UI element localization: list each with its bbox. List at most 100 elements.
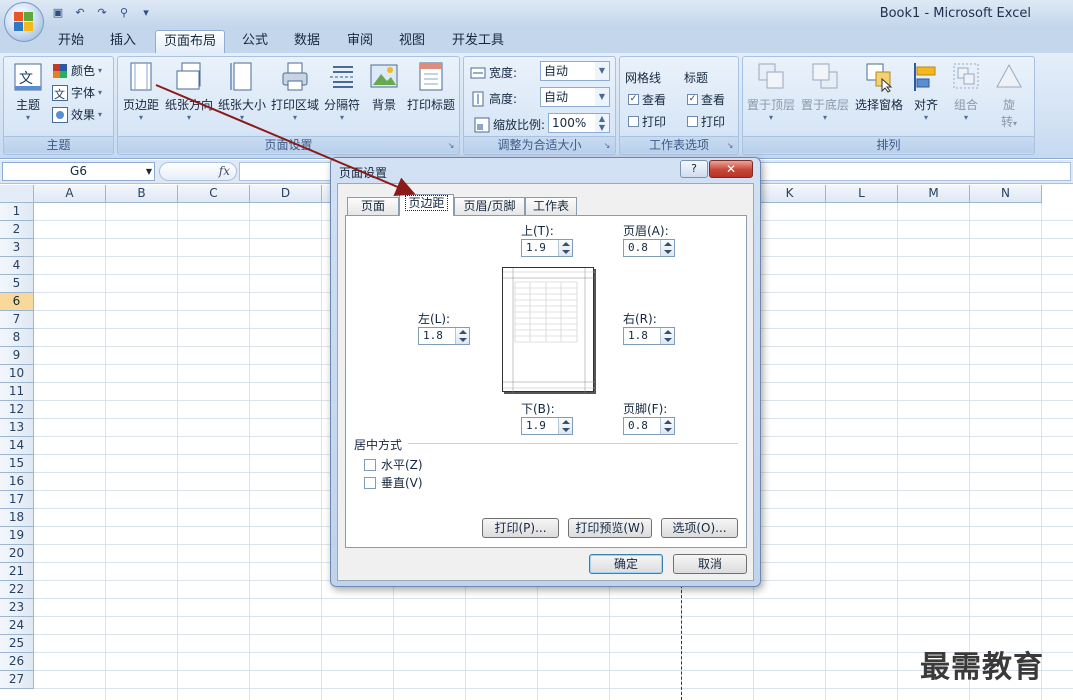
orientation-button[interactable]: 纸张方向 ▾	[164, 61, 214, 122]
top-margin-spinner[interactable]: 1.9	[521, 239, 573, 257]
row-header[interactable]: 12	[0, 401, 34, 419]
send-to-back-button[interactable]: 置于底层 ▾	[799, 61, 851, 122]
tab-sheet[interactable]: 工作表	[525, 197, 577, 215]
options-button[interactable]: 选项(O)...	[661, 518, 738, 538]
row-header[interactable]: 6	[0, 293, 34, 311]
tab-view[interactable]: 视图	[389, 30, 435, 53]
footer-margin-spinner[interactable]: 0.8	[623, 417, 675, 435]
margins-button[interactable]: 页边距 ▾	[120, 61, 162, 122]
tab-developer[interactable]: 开发工具	[445, 30, 511, 53]
insert-function-button[interactable]: fx	[219, 164, 230, 178]
row-header[interactable]: 26	[0, 653, 34, 671]
row-header[interactable]: 25	[0, 635, 34, 653]
row-header[interactable]: 8	[0, 329, 34, 347]
spinner-arrows-icon[interactable]	[660, 418, 674, 434]
row-header[interactable]: 1	[0, 203, 34, 221]
print-preview-icon[interactable]: ⚲	[116, 5, 132, 21]
tab-data[interactable]: 数据	[284, 30, 330, 53]
row-header[interactable]: 7	[0, 311, 34, 329]
gridlines-view-checkbox[interactable]: ✓ 查看	[628, 91, 666, 108]
column-header[interactable]: B	[106, 185, 178, 203]
tab-margins[interactable]: 页边距	[399, 194, 454, 216]
column-header[interactable]: L	[826, 185, 898, 203]
column-header[interactable]: D	[250, 185, 322, 203]
themes-button[interactable]: 文 主题 ▾	[8, 61, 48, 122]
row-header[interactable]: 22	[0, 581, 34, 599]
tab-insert[interactable]: 插入	[100, 30, 146, 53]
right-margin-spinner[interactable]: 1.8	[623, 327, 675, 345]
dialog-launcher-icon[interactable]: ↘	[602, 141, 612, 151]
save-icon[interactable]: ▣	[50, 5, 66, 21]
row-header[interactable]: 11	[0, 383, 34, 401]
row-header[interactable]: 14	[0, 437, 34, 455]
dialog-launcher-icon[interactable]: ↘	[446, 141, 456, 151]
left-margin-spinner[interactable]: 1.8	[418, 327, 470, 345]
ok-button[interactable]: 确定	[589, 554, 663, 574]
headings-view-checkbox[interactable]: ✓ 查看	[687, 91, 725, 108]
tab-header-footer[interactable]: 页眉/页脚	[454, 197, 525, 215]
spinner-arrows-icon[interactable]	[660, 328, 674, 344]
cancel-button[interactable]: 取消	[673, 554, 747, 574]
center-horizontal-checkbox[interactable]: 水平(Z)	[364, 456, 423, 473]
column-header[interactable]: M	[898, 185, 970, 203]
help-button[interactable]: ?	[680, 160, 708, 178]
row-header[interactable]: 4	[0, 257, 34, 275]
theme-fonts-button[interactable]: 文 字体 ▾	[52, 84, 102, 101]
spinner-arrows-icon[interactable]	[660, 240, 674, 256]
row-header[interactable]: 19	[0, 527, 34, 545]
selection-pane-button[interactable]: 选择窗格	[853, 61, 905, 113]
scale-spinner[interactable]: 100% ▲ ▼	[548, 113, 610, 133]
background-button[interactable]: 背景	[367, 61, 401, 113]
spinner-arrows-icon[interactable]	[455, 328, 469, 344]
row-header[interactable]: 27	[0, 671, 34, 689]
row-header[interactable]: 23	[0, 599, 34, 617]
name-box[interactable]: G6 ▼	[2, 162, 155, 181]
row-header[interactable]: 15	[0, 455, 34, 473]
rotate-button[interactable]: 旋 转▾	[989, 61, 1029, 130]
theme-effects-button[interactable]: 效果 ▾	[52, 106, 102, 123]
breaks-button[interactable]: 分隔符 ▾	[322, 61, 362, 122]
group-button[interactable]: 组合 ▾	[949, 61, 983, 122]
spinner-arrows-icon[interactable]	[558, 240, 572, 256]
width-dropdown[interactable]: 自动 ▼	[540, 61, 610, 81]
theme-colors-button[interactable]: 颜色 ▾	[52, 62, 102, 79]
row-header[interactable]: 20	[0, 545, 34, 563]
row-header[interactable]: 21	[0, 563, 34, 581]
close-button[interactable]: ✕	[709, 160, 753, 178]
tab-page-layout[interactable]: 页面布局	[155, 30, 225, 53]
row-header[interactable]: 18	[0, 509, 34, 527]
tab-home[interactable]: 开始	[48, 30, 94, 53]
row-header[interactable]: 5	[0, 275, 34, 293]
tab-page[interactable]: 页面	[347, 197, 399, 215]
row-header[interactable]: 17	[0, 491, 34, 509]
print-titles-button[interactable]: 打印标题	[404, 61, 458, 113]
row-header[interactable]: 13	[0, 419, 34, 437]
tab-review[interactable]: 审阅	[337, 30, 383, 53]
select-all-corner[interactable]	[0, 185, 34, 203]
column-header[interactable]: A	[34, 185, 106, 203]
print-button[interactable]: 打印(P)...	[482, 518, 559, 538]
align-button[interactable]: 对齐 ▾	[909, 61, 943, 122]
row-header[interactable]: 9	[0, 347, 34, 365]
row-header[interactable]: 3	[0, 239, 34, 257]
undo-icon[interactable]: ↶	[72, 5, 88, 21]
bring-to-front-button[interactable]: 置于顶层 ▾	[745, 61, 797, 122]
row-header[interactable]: 10	[0, 365, 34, 383]
print-area-button[interactable]: 打印区域 ▾	[269, 61, 321, 122]
paper-size-button[interactable]: 纸张大小 ▾	[217, 61, 267, 122]
print-preview-button[interactable]: 打印预览(W)	[568, 518, 652, 538]
row-header[interactable]: 16	[0, 473, 34, 491]
row-header[interactable]: 2	[0, 221, 34, 239]
bottom-margin-spinner[interactable]: 1.9	[521, 417, 573, 435]
column-header[interactable]: N	[970, 185, 1042, 203]
dialog-launcher-icon[interactable]: ↘	[725, 141, 735, 151]
row-header[interactable]: 24	[0, 617, 34, 635]
column-header[interactable]: C	[178, 185, 250, 203]
center-vertical-checkbox[interactable]: 垂直(V)	[364, 474, 423, 491]
column-header[interactable]: K	[754, 185, 826, 203]
redo-icon[interactable]: ↷	[94, 5, 110, 21]
headings-print-checkbox[interactable]: 打印	[687, 113, 725, 130]
tab-formulas[interactable]: 公式	[232, 30, 278, 53]
office-button[interactable]	[4, 2, 44, 42]
customize-qat-icon[interactable]: ▾	[138, 5, 154, 21]
